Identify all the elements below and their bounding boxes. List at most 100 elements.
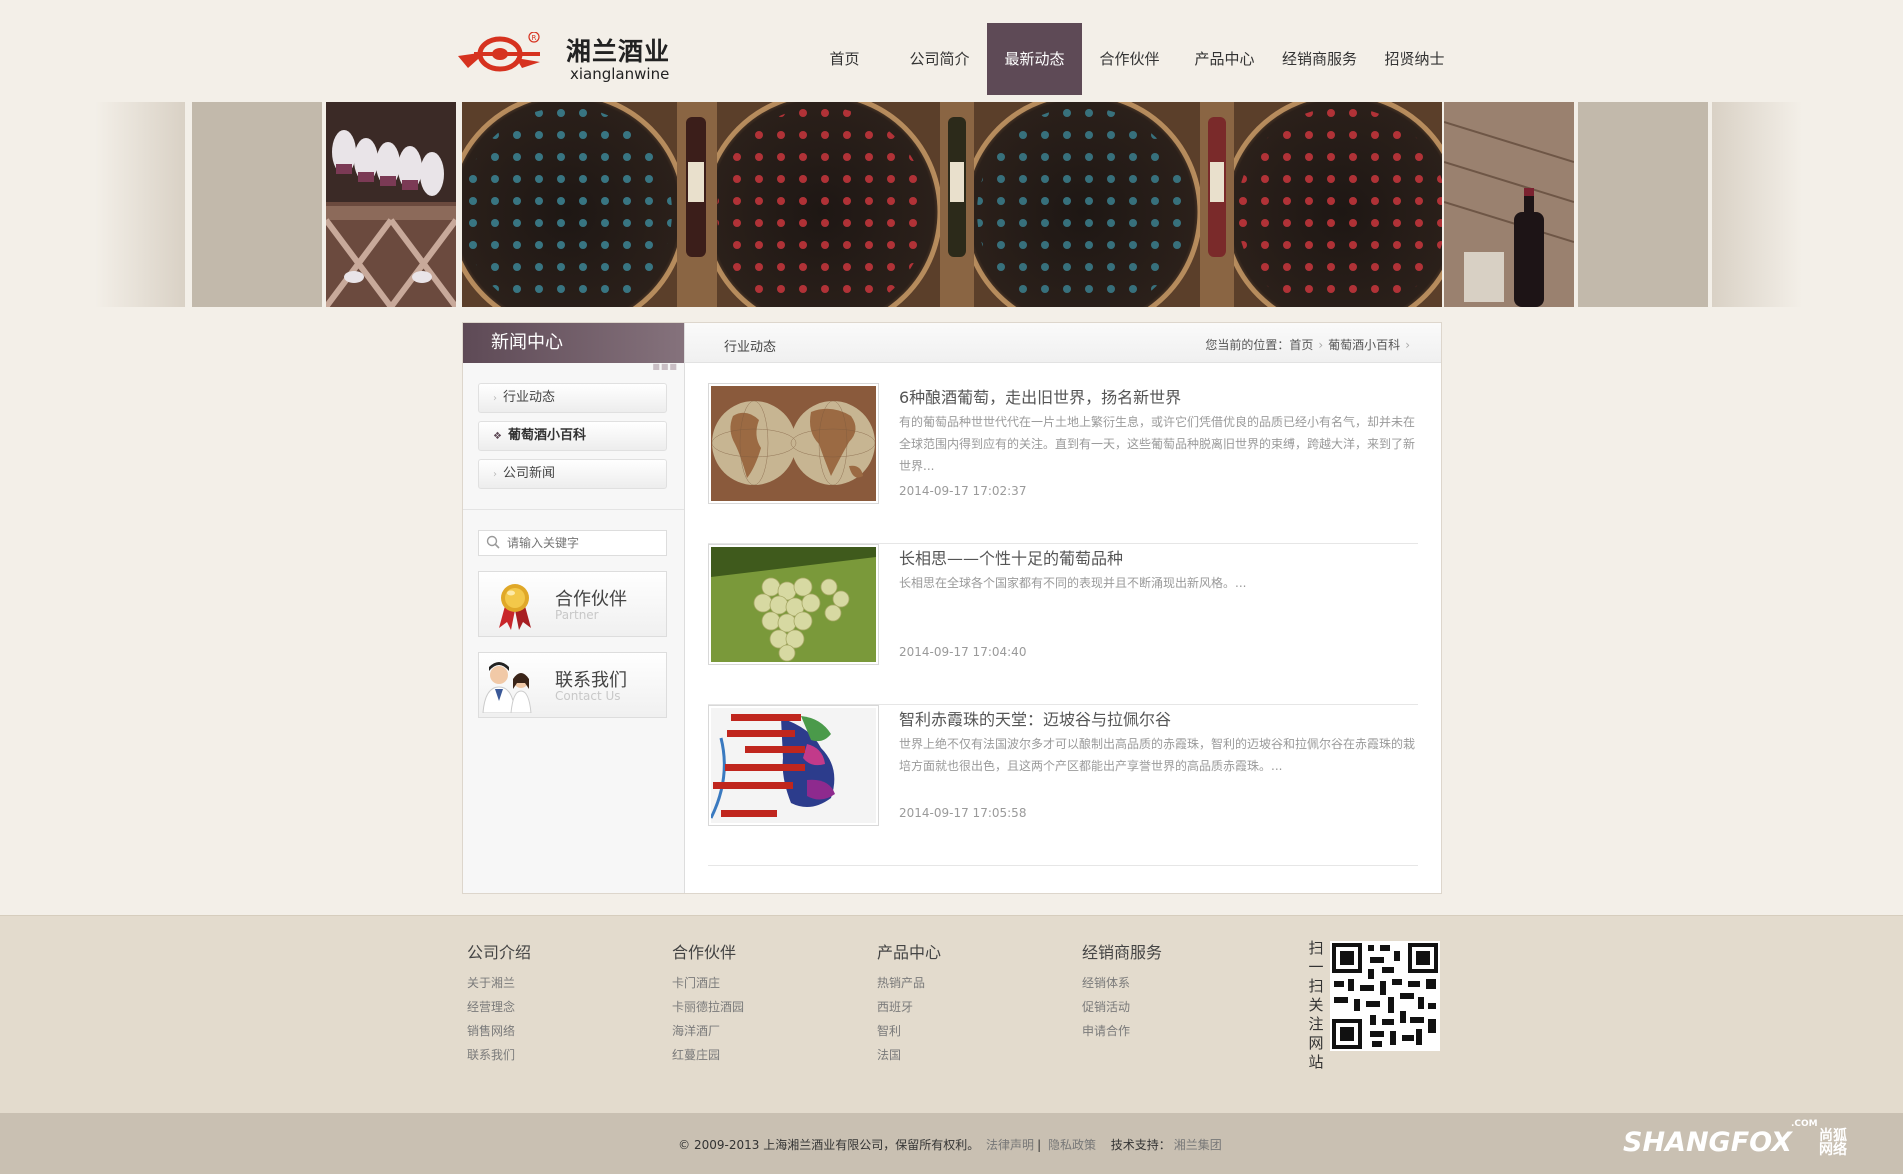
chevron-right-icon: ›: [493, 393, 497, 404]
breadcrumb: 您当前的位置：首页 › 葡萄酒小百科 ›: [1205, 336, 1415, 353]
breadcrumb-current[interactable]: 葡萄酒小百科: [1328, 338, 1400, 352]
contact-subtitle: Contact Us: [555, 689, 621, 703]
news-item: 智利赤霞珠的天堂：迈坡谷与拉佩尔谷 世界上绝不仅有法国波尔多才可以酿制出高品质的…: [708, 705, 1418, 866]
nav-dealer-service[interactable]: 经销商服务: [1272, 23, 1367, 95]
footer-link[interactable]: 海洋酒厂: [672, 1019, 744, 1043]
breadcrumb-home[interactable]: 首页: [1289, 338, 1313, 352]
logo[interactable]: R 湘兰酒业 xianglanwine: [456, 28, 686, 86]
sidebar-item-label: 公司新闻: [503, 466, 556, 481]
nav-products[interactable]: 产品中心: [1177, 23, 1272, 95]
news-date: 2014-09-17 17:04:40: [899, 645, 1027, 659]
banner-fade-right: [1712, 102, 1802, 307]
news-date: 2014-09-17 17:05:58: [899, 806, 1027, 820]
nav-news[interactable]: 最新动态: [987, 23, 1082, 95]
banner-thumb-blank-right[interactable]: [1578, 102, 1708, 307]
nav-about[interactable]: 公司简介: [892, 23, 987, 95]
footer-link[interactable]: 经销体系: [1082, 971, 1162, 995]
banner-thumb-wine-box[interactable]: [1444, 102, 1574, 307]
privacy-link[interactable]: 隐私政策: [1048, 1138, 1096, 1152]
footer-link[interactable]: 联系我们: [467, 1043, 531, 1067]
nav-careers[interactable]: 招贤纳士: [1367, 23, 1462, 95]
banner: [0, 102, 1903, 307]
footer-link[interactable]: 促销活动: [1082, 995, 1162, 1019]
banner-main-image[interactable]: [462, 102, 1442, 307]
logo-name-cn: 湘兰酒业: [566, 37, 671, 66]
footer-link[interactable]: 卡丽德拉酒园: [672, 995, 744, 1019]
header: R 湘兰酒业 xianglanwine 首页 公司简介 最新动态 合作伙伴 产品…: [0, 0, 1903, 102]
footer-link[interactable]: 卡门酒庄: [672, 971, 744, 995]
watermark-en: SHANGFOX: [1623, 1127, 1792, 1158]
news-list: 6种酿酒葡萄，走出旧世界，扬名新世界 有的葡萄品种世世代代在一片土地上繁衍生息，…: [708, 383, 1418, 866]
partner-box[interactable]: 合作伙伴 Partner: [478, 571, 667, 637]
chevron-right-icon: ›: [1318, 338, 1324, 352]
search-input[interactable]: [507, 534, 657, 552]
chevron-right-icon: ›: [1405, 338, 1410, 352]
dots-icon: ■■■: [652, 362, 678, 371]
separator: |: [1037, 1138, 1042, 1152]
footer-link[interactable]: 智利: [877, 1019, 941, 1043]
sidebar-header: 新闻中心 ■■■: [463, 323, 684, 371]
footer-link[interactable]: 销售网络: [467, 1019, 531, 1043]
footer-col-dealer: 经销商服务 经销体系 促销活动 申请合作: [1082, 939, 1162, 1043]
news-thumbnail[interactable]: [708, 383, 879, 504]
news-desc: 长相思在全球各个国家都有不同的表现并且不断涌现出新风格。...: [899, 576, 1247, 590]
news-desc: 世界上绝不仅有法国波尔多才可以酿制出高品质的赤霞珠，智利的迈坡谷和拉佩尔谷在赤霞…: [899, 737, 1416, 773]
footer: 公司介绍 关于湘兰 经营理念 销售网络 联系我们 合作伙伴 卡门酒庄 卡丽德拉酒…: [0, 915, 1903, 1113]
main-nav: 首页 公司简介 最新动态 合作伙伴 产品中心 经销商服务 招贤纳士: [797, 23, 1462, 95]
sidebar-menu: › 行业动态 ❖ 葡萄酒小百科 › 公司新闻: [463, 363, 684, 510]
news-title-link[interactable]: 长相思——个性十足的葡萄品种: [899, 545, 1123, 569]
footer-link[interactable]: 热销产品: [877, 971, 941, 995]
news-title-link[interactable]: 6种酿酒葡萄，走出旧世界，扬名新世界: [899, 384, 1181, 408]
news-thumbnail[interactable]: [708, 705, 879, 826]
footer-link[interactable]: 申请合作: [1082, 1019, 1162, 1043]
sidebar-item-industry-news[interactable]: › 行业动态: [478, 383, 667, 413]
banner-thumb-wine-rack[interactable]: [326, 102, 456, 307]
chile-valley-map-image: [711, 708, 876, 823]
watermark-cn-line1: 尚狐: [1819, 1128, 1847, 1144]
world-map-image: [711, 386, 876, 501]
logo-name-en: xianglanwine: [570, 65, 670, 83]
qr-label: 扫一扫关注网站: [1308, 939, 1324, 1071]
news-date: 2014-09-17 17:02:37: [899, 484, 1027, 498]
footer-col-partners: 合作伙伴 卡门酒庄 卡丽德拉酒园 海洋酒厂 红蔓庄园: [672, 939, 744, 1067]
footer-link[interactable]: 红蔓庄园: [672, 1043, 744, 1067]
page-title: 行业动态: [724, 340, 777, 355]
award-ribbon-icon: [499, 584, 531, 630]
sidebar-item-wine-encyclopedia[interactable]: ❖ 葡萄酒小百科: [478, 421, 667, 451]
banner-fade-left: [95, 102, 185, 307]
search-box: [478, 530, 667, 556]
search-icon[interactable]: [486, 535, 500, 549]
grapes-image: [711, 547, 876, 662]
news-title-link[interactable]: 智利赤霞珠的天堂：迈坡谷与拉佩尔谷: [899, 706, 1171, 730]
chevron-right-icon: ›: [493, 469, 497, 480]
support-link[interactable]: 湘兰集团: [1174, 1138, 1222, 1152]
sidebar: 新闻中心 ■■■ › 行业动态 ❖ 葡萄酒小百科 › 公司新闻 请输入关键字 合…: [463, 323, 685, 893]
partner-subtitle: Partner: [555, 608, 599, 622]
footer-link[interactable]: 西班牙: [877, 995, 941, 1019]
footer-link[interactable]: 经营理念: [467, 995, 531, 1019]
copyright-line: © 2009-2013 上海湘兰酒业有限公司，保留所有权利。 法律声明 | 隐私政…: [0, 1136, 1903, 1153]
footer-col-title: 公司介绍: [467, 943, 532, 962]
footer-link[interactable]: 法国: [877, 1043, 941, 1067]
watermark-logo: .COM SHANGFOX 尚狐 网络: [1623, 1119, 1873, 1163]
support-label: 技术支持：: [1110, 1138, 1171, 1152]
footer-col-company: 公司介绍 关于湘兰 经营理念 销售网络 联系我们: [467, 939, 531, 1067]
diamond-icon: ❖: [493, 431, 502, 442]
breadcrumb-prefix: 您当前的位置：: [1205, 338, 1290, 352]
watermark-com: .COM: [1791, 1119, 1818, 1129]
watermark-cn-line2: 网络: [1819, 1142, 1847, 1158]
banner-thumb-blank[interactable]: [192, 102, 322, 307]
footer-col-title: 产品中心: [877, 943, 942, 962]
nav-partners[interactable]: 合作伙伴: [1082, 23, 1177, 95]
sidebar-title: 新闻中心: [491, 332, 563, 353]
sidebar-item-company-news[interactable]: › 公司新闻: [478, 459, 667, 489]
customer-service-icon: [482, 662, 532, 713]
content-box: 新闻中心 ■■■ › 行业动态 ❖ 葡萄酒小百科 › 公司新闻 请输入关键字 合…: [462, 322, 1442, 894]
contact-box[interactable]: 联系我们 Contact Us: [478, 652, 667, 718]
sidebar-item-label: 葡萄酒小百科: [507, 428, 586, 443]
nav-home[interactable]: 首页: [797, 23, 892, 95]
legal-link[interactable]: 法律声明: [986, 1138, 1034, 1152]
footer-col-title: 经销商服务: [1082, 943, 1163, 962]
footer-link[interactable]: 关于湘兰: [467, 971, 531, 995]
news-thumbnail[interactable]: [708, 544, 879, 665]
